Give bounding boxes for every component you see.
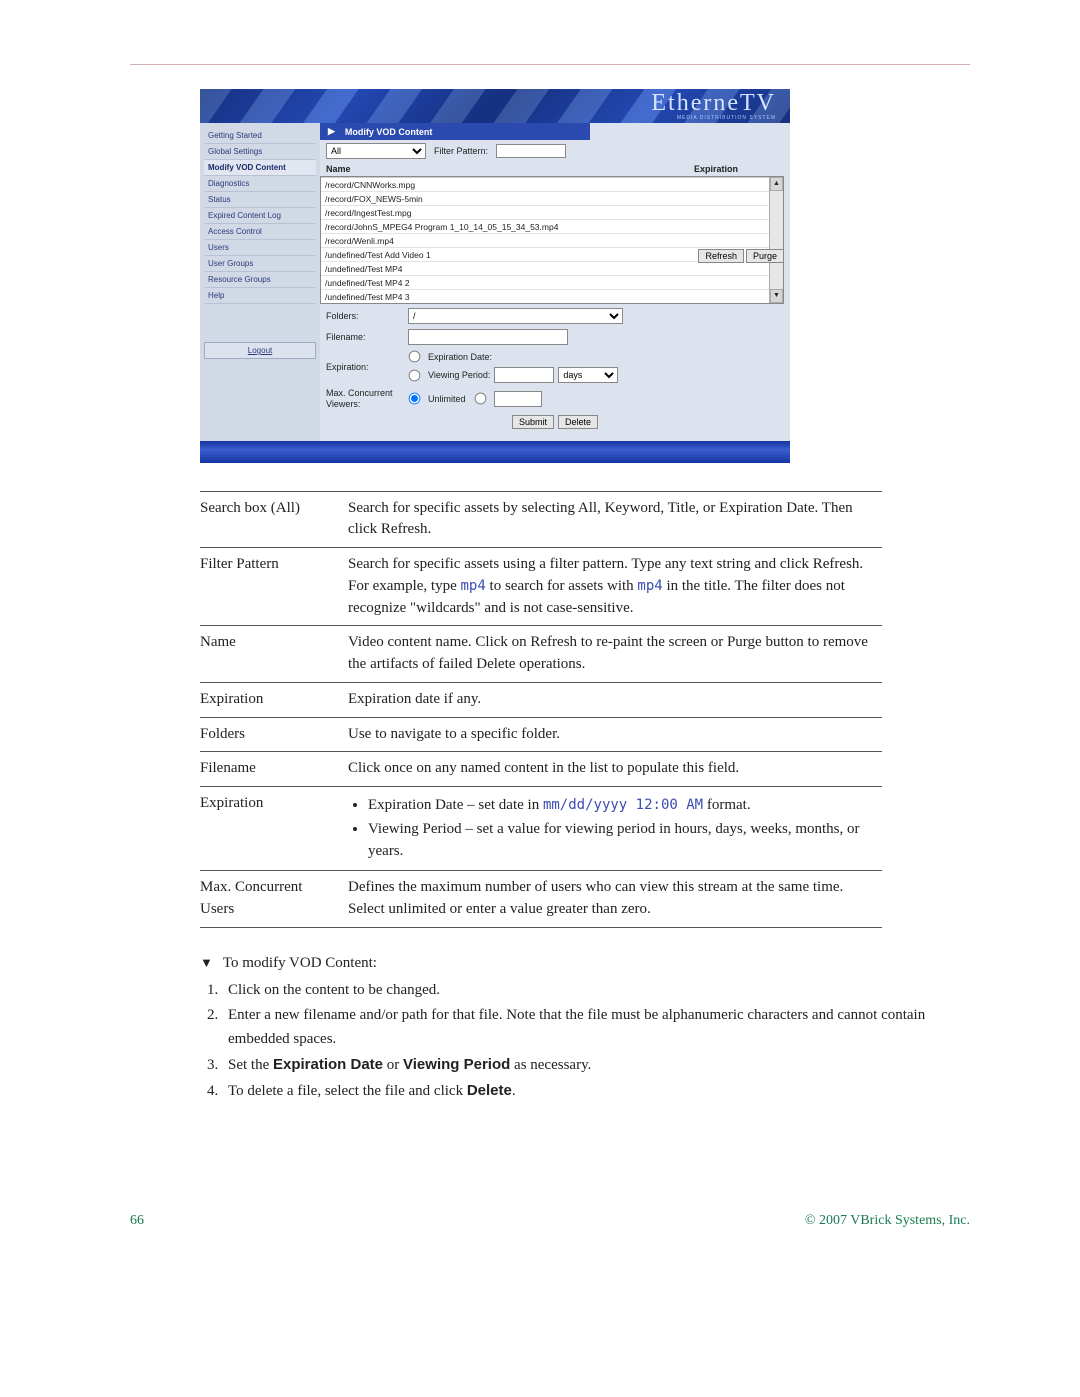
list-item[interactable]: /record/CNNWorks.mpg [321, 177, 769, 191]
viewing-period-unit[interactable]: days [558, 367, 618, 383]
main-panel: ▶ Modify VOD Content All Filter Pattern:… [320, 123, 790, 441]
sidebar-item[interactable]: Status [204, 192, 316, 208]
list-item[interactable]: /record/FOX_NEWS-5min [321, 191, 769, 205]
sidebar-item[interactable]: Diagnostics [204, 176, 316, 192]
header-rule [130, 64, 970, 65]
table-row: Search box (All)Search for specific asse… [200, 491, 882, 548]
sidebar-item[interactable]: Getting Started [204, 128, 316, 144]
opt-expiration-date: Expiration Date: [428, 352, 492, 362]
desc-value: Video content name. Click on Refresh to … [348, 626, 882, 683]
scroll-track[interactable] [770, 191, 783, 289]
radio-mcv-unlimited[interactable] [409, 393, 421, 405]
table-row: Expiration Expiration Date – set date in … [200, 787, 882, 871]
procedure: ▼ To modify VOD Content: Click on the co… [200, 952, 970, 1104]
sidebar-item[interactable]: User Groups [204, 256, 316, 272]
filter-pattern-label: Filter Pattern: [434, 146, 488, 156]
procedure-step: Click on the content to be changed. [222, 979, 970, 1002]
refresh-button[interactable]: Refresh [698, 249, 744, 263]
desc-key: Max. Concurrent Users [200, 871, 348, 928]
radio-mcv-value[interactable] [474, 393, 486, 405]
mcv-value-input[interactable] [494, 391, 542, 407]
brand-name: EtherneTV [651, 91, 776, 115]
purge-button[interactable]: Purge [746, 249, 784, 263]
app-screenshot: EtherneTV MEDIA DISTRIBUTION SYSTEM Gett… [200, 89, 790, 463]
viewing-period-number[interactable] [494, 367, 554, 383]
sidebar-item[interactable]: Resource Groups [204, 272, 316, 288]
list-item[interactable]: /undefined/Test MP4 3 [321, 289, 769, 303]
list-item: Expiration Date – set date in mm/dd/yyyy… [368, 795, 874, 817]
desc-value: Use to navigate to a specific folder. [348, 717, 882, 752]
desc-key: Filename [200, 752, 348, 787]
scroll-up-icon[interactable]: ▲ [770, 177, 783, 191]
app-footer [200, 441, 790, 463]
folders-label: Folders: [326, 311, 408, 321]
desc-value: Expiration Date – set date in mm/dd/yyyy… [348, 787, 882, 871]
table-row: NameVideo content name. Click on Refresh… [200, 626, 882, 683]
procedure-step: Set the Expiration Date or Viewing Perio… [222, 1053, 970, 1077]
sidebar-item[interactable]: Users [204, 240, 316, 256]
list-item[interactable]: /record/IngestTest.mpg [321, 205, 769, 219]
filename-input[interactable] [408, 329, 568, 345]
app-header: EtherneTV MEDIA DISTRIBUTION SYSTEM [200, 89, 790, 123]
procedure-title: To modify VOD Content: [223, 952, 377, 975]
expiration-label: Expiration: [326, 362, 408, 372]
sidebar-item[interactable]: Expired Content Log [204, 208, 316, 224]
sidebar-item[interactable]: Modify VOD Content [204, 160, 316, 176]
list-item[interactable]: /undefined/Test MP4 2 [321, 275, 769, 289]
desc-key: Folders [200, 717, 348, 752]
list-item: Viewing Period – set a value for viewing… [368, 819, 874, 863]
radio-expiration-date[interactable] [409, 351, 421, 363]
filter-pattern-input[interactable] [496, 144, 566, 158]
logout-button[interactable]: Logout [204, 342, 316, 359]
desc-key: Name [200, 626, 348, 683]
desc-key: Filter Pattern [200, 548, 348, 626]
radio-viewing-period[interactable] [409, 369, 421, 381]
copyright: © 2007 VBrick Systems, Inc. [805, 1213, 970, 1229]
table-row: FilenameClick once on any named content … [200, 752, 882, 787]
col-name: Name [326, 164, 694, 174]
list-item[interactable]: /undefined/Test MP4 [321, 261, 769, 275]
table-row: Filter PatternSearch for specific assets… [200, 548, 882, 626]
desc-value: Search for specific assets using a filte… [348, 548, 882, 626]
desc-value: Defines the maximum number of users who … [348, 871, 882, 928]
col-expiration: Expiration [694, 164, 784, 174]
search-select[interactable]: All [326, 143, 426, 159]
table-row: Max. Concurrent UsersDefines the maximum… [200, 871, 882, 928]
table-row: FoldersUse to navigate to a specific fol… [200, 717, 882, 752]
desc-key: Expiration [200, 787, 348, 871]
desc-value: Expiration date if any. [348, 682, 882, 717]
scroll-down-icon[interactable]: ▼ [770, 289, 783, 303]
desc-key: Search box (All) [200, 491, 348, 548]
procedure-step: Enter a new filename and/or path for tha… [222, 1004, 970, 1051]
opt-viewing-period: Viewing Period: [428, 370, 490, 380]
breadcrumb-arrow-icon: ▶ [328, 126, 335, 137]
list-scrollbar[interactable]: ▲ ▼ [769, 177, 783, 303]
list-item[interactable]: /record/JohnS_MPEG4 Program 1_10_14_05_1… [321, 219, 769, 233]
folders-select[interactable]: / [408, 308, 623, 324]
brand-sub: MEDIA DISTRIBUTION SYSTEM [651, 116, 776, 121]
page-number: 66 [130, 1213, 144, 1229]
submit-button[interactable]: Submit [512, 415, 554, 429]
page-footer: 66 © 2007 VBrick Systems, Inc. [130, 1213, 970, 1229]
breadcrumb: ▶ Modify VOD Content [320, 123, 590, 140]
desc-value: Click once on any named content in the l… [348, 752, 882, 787]
desc-key: Expiration [200, 682, 348, 717]
sidebar: Getting StartedGlobal SettingsModify VOD… [200, 123, 320, 441]
sidebar-item[interactable]: Help [204, 288, 316, 304]
triangle-down-icon: ▼ [200, 953, 213, 973]
procedure-step: To delete a file, select the file and cl… [222, 1079, 970, 1103]
descriptions-table: Search box (All)Search for specific asse… [200, 491, 882, 928]
list-item[interactable]: /record/Wenli.mp4 [321, 233, 769, 247]
mcv-unlimited-label: Unlimited [428, 394, 466, 404]
content-list[interactable]: /record/CNNWorks.mpg/record/FOX_NEWS-5mi… [321, 177, 769, 303]
delete-button[interactable]: Delete [558, 415, 598, 429]
filename-label: Filename: [326, 332, 408, 342]
sidebar-item[interactable]: Access Control [204, 224, 316, 240]
breadcrumb-title: Modify VOD Content [345, 127, 433, 137]
table-row: ExpirationExpiration date if any. [200, 682, 882, 717]
sidebar-item[interactable]: Global Settings [204, 144, 316, 160]
desc-value: Search for specific assets by selecting … [348, 491, 882, 548]
mcv-label: Max. Concurrent Viewers: [326, 388, 408, 410]
